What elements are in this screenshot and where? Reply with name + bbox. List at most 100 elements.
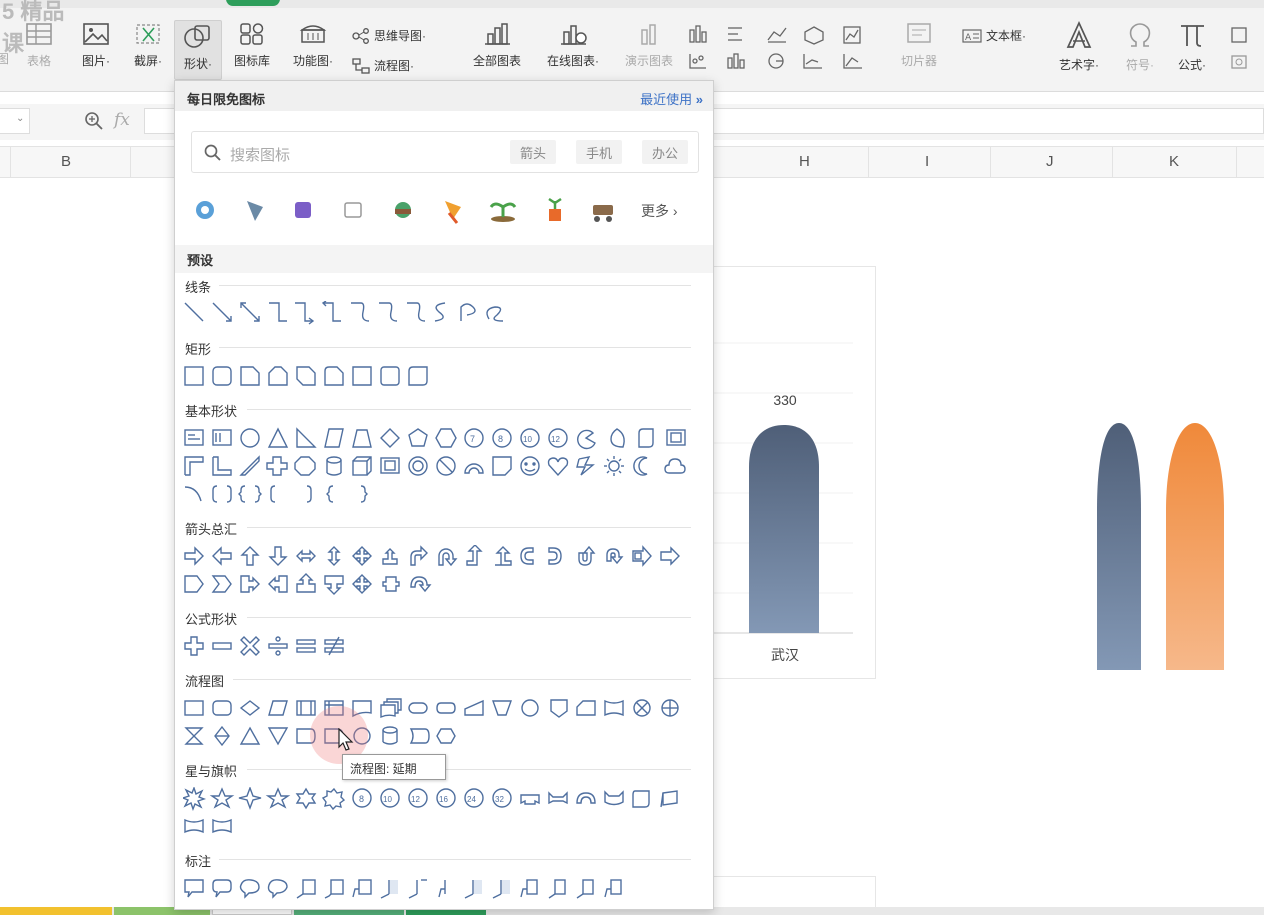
icon-search-box[interactable]: 搜索图标 箭头 手机 办公: [191, 131, 699, 173]
function-chart-icon: [299, 25, 327, 43]
column-divider: [10, 147, 11, 179]
category-stars-banners: 星与旗帜: [185, 764, 238, 779]
basic-shapes-row-1[interactable]: 7 8 10 12: [183, 427, 703, 451]
search-placeholder: 搜索图标: [230, 147, 291, 164]
free-icon-purple[interactable]: [295, 202, 311, 218]
flowchart-shapes-row-2[interactable]: [183, 725, 703, 749]
free-icon-bowl[interactable]: [395, 202, 411, 218]
category-equation-shapes: 公式形状: [185, 612, 238, 627]
star-shapes-row-2[interactable]: [183, 815, 703, 839]
column-h[interactable]: H: [799, 153, 810, 170]
slicer-button[interactable]: 切片器: [894, 22, 944, 69]
column-k[interactable]: K: [1169, 153, 1179, 170]
arrow-shapes-row-2[interactable]: [183, 573, 703, 597]
arrow-shapes-row-1[interactable]: [183, 545, 703, 569]
equation-shapes-row[interactable]: [183, 635, 703, 659]
ribbon-tab-strip: [0, 0, 1264, 8]
tag-phone[interactable]: 手机: [576, 140, 623, 164]
symbol-button[interactable]: 符号·: [1116, 20, 1164, 73]
chart-bar[interactable]: [749, 425, 819, 633]
wordart-button[interactable]: 艺术字·: [1048, 20, 1110, 73]
sheet-tab[interactable]: [0, 907, 112, 915]
chart-type-icons: [686, 24, 876, 76]
column-i[interactable]: I: [925, 153, 929, 170]
orange-bullet-bar[interactable]: [1166, 423, 1224, 670]
category-divider: [247, 617, 691, 618]
mindmap-button[interactable]: 思维导图·: [352, 27, 426, 44]
zoom-icon[interactable]: [84, 111, 104, 131]
partial-right-icons: [1228, 26, 1264, 76]
slicer-label: 切片器: [900, 54, 937, 68]
free-icon-cart[interactable]: [593, 205, 613, 222]
textbox-button[interactable]: A 文本框·: [962, 27, 1026, 44]
logo-partial: 5 精品课: [2, 0, 65, 56]
tag-arrow[interactable]: 箭头: [510, 140, 557, 164]
wordart-icon: [1066, 20, 1092, 48]
recent-used-label: 最近使用: [640, 92, 693, 107]
column-j[interactable]: J: [1046, 153, 1054, 170]
category-lines: 线条: [185, 280, 212, 295]
all-charts-button[interactable]: 全部图表: [466, 22, 528, 69]
free-icon-camera[interactable]: [196, 201, 214, 219]
column-b[interactable]: B: [61, 153, 71, 170]
table-tool[interactable]: 表格: [20, 22, 58, 69]
lines-shapes-row[interactable]: [183, 301, 703, 325]
shape-button[interactable]: 形状·: [174, 20, 222, 80]
svg-text:10: 10: [523, 435, 532, 444]
flowchart-button[interactable]: 流程图·: [352, 57, 414, 74]
rectangle-shapes-row[interactable]: [183, 365, 703, 389]
icon-library-button[interactable]: 图标库: [228, 22, 276, 69]
category-callouts: 标注: [185, 854, 212, 869]
free-icon-chip[interactable]: [247, 201, 263, 221]
symbol-label: 符号·: [1126, 58, 1154, 72]
function-chart-button[interactable]: 功能图·: [284, 22, 342, 69]
free-icon-sprout[interactable]: [489, 202, 517, 222]
mindmap-label: 思维导图·: [374, 29, 426, 43]
column-divider: [130, 147, 131, 179]
fx-label[interactable]: fx: [114, 110, 130, 130]
partial-tool-left[interactable]: 图: [0, 22, 14, 67]
basic-shapes-row-2[interactable]: [183, 455, 703, 479]
callout-shapes-row[interactable]: [183, 877, 703, 901]
flowchart-icon: [352, 57, 370, 74]
svg-text:10: 10: [383, 795, 392, 804]
category-divider: [247, 409, 691, 410]
ribbon: 5 精品课 图 表格 图片· 截屏· 形状· 图标库 功能图· 思维导图· 流程…: [0, 0, 1264, 92]
demo-chart-button[interactable]: 演示图表: [618, 22, 680, 69]
navy-bullet-bar[interactable]: [1097, 423, 1141, 670]
online-chart-icon: [561, 25, 587, 45]
more-link[interactable]: 更多 ›: [641, 201, 678, 221]
more-label: 更多: [641, 203, 669, 219]
svg-text:24: 24: [467, 795, 476, 804]
formula-button[interactable]: 公式·: [1168, 20, 1216, 73]
icon-library-icon: [240, 23, 264, 45]
free-icon-leaf[interactable]: [445, 201, 461, 224]
name-box[interactable]: ⌄: [0, 108, 30, 134]
category-label: 武汉: [771, 648, 799, 664]
flowchart-shapes-row-1[interactable]: [183, 697, 703, 721]
free-icon-plant-pot[interactable]: [548, 197, 562, 221]
chevron-right-icon: ›: [672, 203, 678, 219]
svg-text:12: 12: [551, 435, 560, 444]
screenshot-button[interactable]: 截屏·: [126, 22, 170, 69]
recent-used-link[interactable]: 最近使用 »: [640, 89, 703, 108]
pi-icon: [1181, 25, 1204, 47]
category-divider: [219, 347, 691, 348]
category-rectangles: 矩形: [185, 342, 212, 357]
free-icon-gift[interactable]: [344, 202, 362, 218]
picture-icon: [83, 23, 109, 45]
function-chart-label: 功能图·: [293, 54, 333, 68]
star-shapes-row-1[interactable]: 8 10 12 16 24 32: [183, 787, 703, 811]
svg-text:A: A: [965, 33, 972, 43]
chart-area[interactable]: 330 武汉: [700, 266, 876, 679]
online-charts-button[interactable]: 在线图表·: [536, 22, 610, 69]
picture-button[interactable]: 图片·: [72, 22, 120, 69]
omega-icon: [1129, 23, 1151, 47]
column-divider: [990, 147, 991, 179]
active-tab-insert[interactable]: [226, 0, 280, 6]
online-charts-label: 在线图表·: [547, 54, 599, 68]
tag-office[interactable]: 办公: [642, 140, 689, 164]
basic-shapes-row-3[interactable]: [183, 483, 703, 507]
data-label: 330: [773, 392, 797, 408]
scissors-icon: [136, 24, 160, 44]
